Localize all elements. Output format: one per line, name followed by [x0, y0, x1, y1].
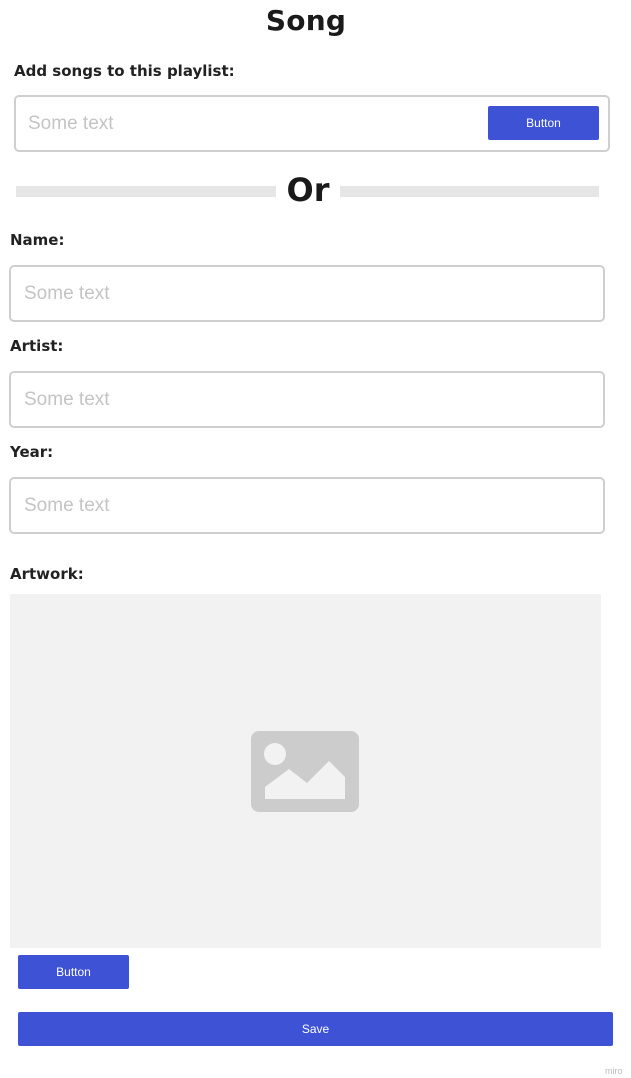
image-placeholder-icon	[251, 731, 359, 812]
name-input[interactable]	[24, 282, 584, 306]
playlist-add-button[interactable]: Button	[488, 106, 599, 140]
year-label: Year:	[10, 443, 54, 461]
artist-field	[9, 371, 605, 428]
artist-label: Artist:	[10, 337, 64, 355]
year-input[interactable]	[24, 494, 584, 518]
artwork-preview	[10, 594, 601, 948]
artwork-upload-button[interactable]: Button	[18, 955, 129, 989]
artwork-label: Artwork:	[10, 565, 84, 583]
playlist-search-field: Button	[14, 95, 610, 152]
year-field	[9, 477, 605, 534]
name-label: Name:	[10, 231, 65, 249]
or-divider-text: Or	[286, 171, 330, 209]
miro-watermark: miro	[605, 1066, 623, 1076]
divider-line-right	[340, 186, 599, 197]
name-field	[9, 265, 605, 322]
artist-input[interactable]	[24, 388, 584, 412]
save-button[interactable]: Save	[18, 1012, 613, 1046]
playlist-search-input[interactable]	[28, 112, 478, 136]
page-title: Song	[265, 4, 347, 37]
playlist-add-label: Add songs to this playlist:	[14, 62, 235, 80]
divider-line-left	[16, 186, 276, 197]
